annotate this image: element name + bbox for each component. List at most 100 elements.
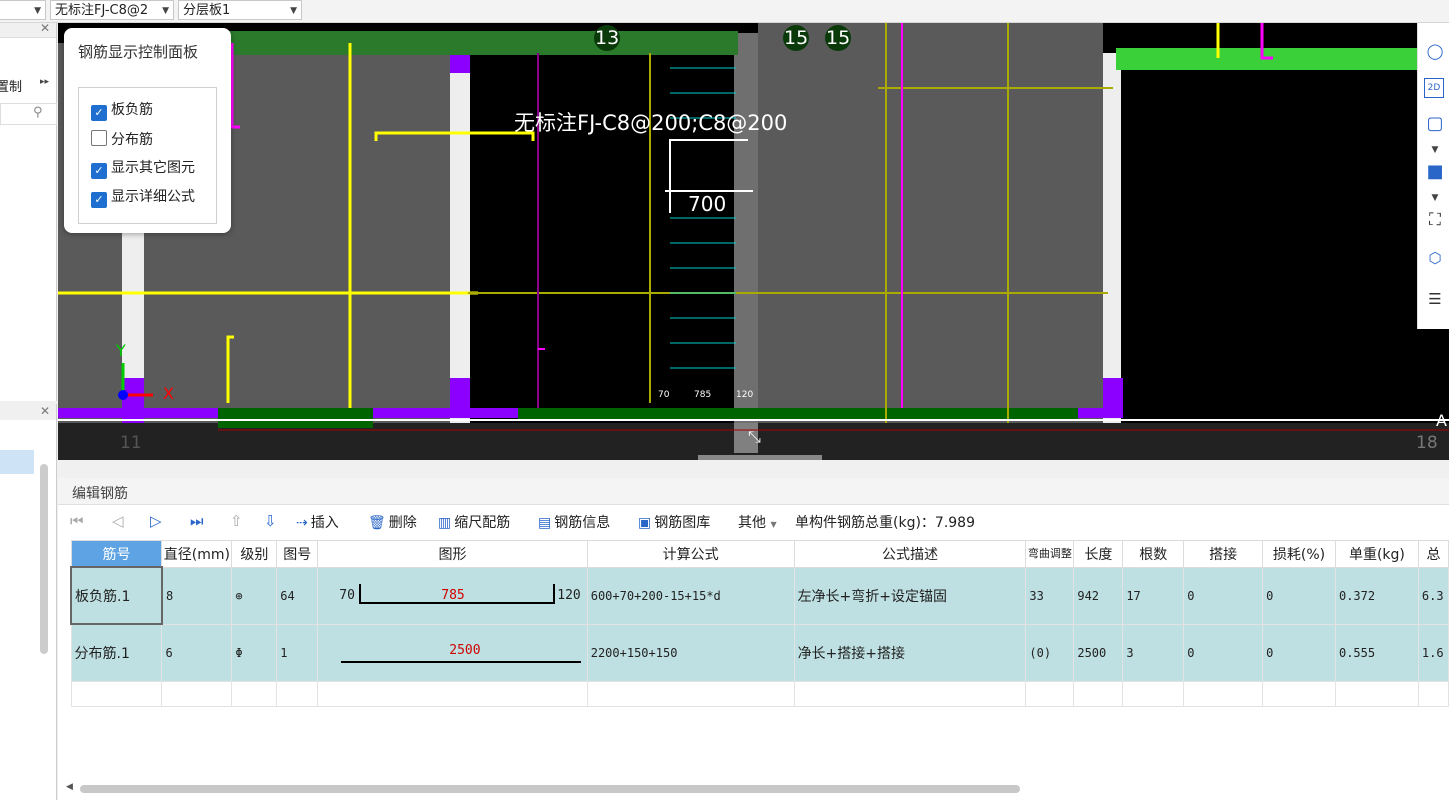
cell-empty[interactable] — [161, 680, 233, 707]
option-top-rebar[interactable]: ✓ 板负筋 — [91, 101, 153, 121]
scroll-thumb[interactable] — [80, 785, 1020, 793]
checkbox[interactable] — [91, 130, 107, 146]
rebar-annotation[interactable]: 无标注FJ-C8@200;C8@200 — [514, 107, 787, 137]
move-up-icon[interactable]: ⇧ — [230, 512, 243, 530]
col-header[interactable]: 图形 — [317, 540, 588, 568]
cell-empty[interactable] — [1417, 680, 1449, 707]
layer-combo[interactable]: 分层板1 ▼ — [178, 0, 302, 20]
cell-count[interactable]: 3 — [1122, 623, 1185, 682]
move-down-icon[interactable]: ⇩ — [264, 512, 277, 530]
col-header[interactable]: 长度 — [1073, 540, 1124, 568]
other-menu[interactable]: 其他 ▼ — [738, 512, 777, 532]
cell-empty[interactable] — [1183, 680, 1264, 707]
cell-bend[interactable]: (0) — [1025, 623, 1075, 682]
cell-empty[interactable] — [793, 680, 1027, 707]
table-row[interactable]: 1板负筋.1 8 ⊕ 64 70 785 120 600+70+200-15+1… — [70, 566, 1449, 625]
col-header[interactable]: 图号 — [276, 540, 319, 568]
option-distribution-rebar[interactable]: 分布筋 — [91, 130, 153, 148]
view-2d-icon[interactable]: 2D — [1424, 78, 1444, 98]
checkbox[interactable]: ✓ — [91, 192, 107, 208]
search-input[interactable]: ⚲ — [0, 103, 57, 125]
close-icon[interactable]: ✕ — [40, 21, 50, 35]
scrollbar[interactable] — [40, 464, 48, 654]
scale-rebar-button[interactable]: ▥ 缩尺配筋 — [438, 512, 510, 532]
col-header[interactable]: 公式描述 — [793, 540, 1027, 568]
cell-figure-no[interactable]: 64 — [276, 566, 319, 625]
col-header[interactable]: 损耗(%) — [1262, 540, 1336, 568]
option-show-other[interactable]: ✓ 显示其它图元 — [91, 159, 195, 179]
fit-view-icon[interactable]: ⛶ — [1424, 209, 1446, 231]
prev-icon[interactable]: ◁ — [112, 512, 124, 530]
cell-grade[interactable]: ⊕ — [231, 566, 278, 625]
expand-icon[interactable]: ▸▸ — [40, 77, 49, 87]
option-show-formula[interactable]: ✓ 显示详细公式 — [91, 188, 195, 208]
3d-box-icon[interactable]: ⬡ — [1424, 247, 1446, 269]
col-header[interactable]: 级别 — [231, 540, 278, 568]
cell-shape[interactable]: 70 785 120 — [317, 566, 588, 625]
cell-length[interactable]: 942 — [1073, 566, 1124, 625]
cell-empty[interactable] — [1073, 680, 1124, 707]
col-header[interactable]: 单重(kg) — [1334, 540, 1419, 568]
list-item-selected[interactable] — [0, 450, 34, 474]
cell-empty[interactable] — [231, 680, 278, 707]
cell-total[interactable]: 1.6 — [1417, 623, 1449, 682]
col-header[interactable]: 弯曲调整 — [1025, 540, 1075, 568]
drawing-canvas[interactable]: 13 15 15 11 18 无标注FJ-C8@200;C8@200 700 7… — [58, 23, 1449, 460]
cell-empty[interactable] — [1122, 680, 1185, 707]
cell-diameter[interactable]: 6 — [161, 623, 233, 682]
cell-empty[interactable] — [276, 680, 319, 707]
collapse-icon[interactable]: ⤡ — [748, 427, 761, 447]
col-header[interactable]: 直径(mm) — [161, 540, 233, 568]
splitter-handle[interactable] — [698, 455, 822, 460]
scroll-left-icon[interactable]: ◀ — [66, 782, 73, 792]
cell-unit-weight[interactable]: 0.372 — [1334, 566, 1419, 625]
col-header[interactable]: 计算公式 — [586, 540, 795, 568]
table-row[interactable]: 3 — [70, 680, 1449, 707]
cell-description[interactable]: 左净长+弯折+设定锚固 — [793, 566, 1027, 625]
delete-button[interactable]: 🗑 删除 — [368, 512, 417, 532]
checkbox[interactable]: ✓ — [91, 105, 107, 121]
cell-count[interactable]: 17 — [1122, 566, 1185, 625]
cell-bend[interactable]: 33 — [1025, 566, 1075, 625]
col-header[interactable]: 搭接 — [1183, 540, 1264, 568]
first-icon[interactable]: ⏮ — [70, 512, 84, 530]
col-header[interactable]: 根数 — [1122, 540, 1185, 568]
cell-formula[interactable]: 600+70+200-15+15*d — [586, 566, 795, 625]
cell-empty[interactable] — [317, 680, 588, 707]
rebar-combo[interactable]: 无标注FJ-C8@2 ▼ — [50, 0, 174, 20]
cell-empty[interactable] — [1334, 680, 1419, 707]
orbit-icon[interactable]: ◯ — [1424, 40, 1446, 62]
cell-empty[interactable] — [586, 680, 795, 707]
cell-diameter[interactable]: 8 — [161, 566, 233, 625]
cell-loss[interactable]: 0 — [1262, 623, 1336, 682]
rebar-info-button[interactable]: ▤ 钢筋信息 — [538, 512, 610, 532]
rebar-library-button[interactable]: ▣ 钢筋图库 — [638, 512, 710, 532]
horizontal-scrollbar[interactable]: ◀ — [66, 782, 1445, 796]
cell-description[interactable]: 净长+搭接+搭接 — [793, 623, 1027, 682]
cell-name[interactable]: 1板负筋.1 — [70, 566, 163, 625]
table-row[interactable]: 2分布筋.1 6 Φ 1 2500 2200+150+150 净长+搭接+搭接 … — [70, 623, 1449, 682]
checkbox[interactable]: ✓ — [91, 163, 107, 179]
next-icon[interactable]: ▷ — [150, 512, 162, 530]
cell-name[interactable]: 3 — [70, 680, 163, 707]
cell-shape[interactable]: 2500 — [317, 623, 588, 682]
col-header[interactable]: 筋号 — [70, 540, 163, 568]
combo-blank[interactable]: ▼ — [0, 0, 46, 20]
cell-formula[interactable]: 2200+150+150 — [586, 623, 795, 682]
cell-figure-no[interactable]: 1 — [276, 623, 319, 682]
cell-lap[interactable]: 0 — [1183, 566, 1264, 625]
cube-solid-icon[interactable]: ■ — [1424, 161, 1446, 183]
chevron-down-icon[interactable]: ▼ — [1424, 187, 1446, 209]
cell-lap[interactable]: 0 — [1183, 623, 1264, 682]
chevron-down-icon[interactable]: ▼ — [1424, 139, 1446, 161]
insert-button[interactable]: ⇢ 插入 — [296, 512, 339, 532]
list-view-icon[interactable]: ☰ — [1424, 288, 1446, 310]
cell-total[interactable]: 6.3 — [1417, 566, 1449, 625]
cell-grade[interactable]: Φ — [231, 623, 278, 682]
close-icon[interactable]: ✕ — [40, 404, 50, 418]
cell-empty[interactable] — [1025, 680, 1075, 707]
cell-empty[interactable] — [1262, 680, 1336, 707]
col-header[interactable]: 总 — [1417, 540, 1449, 568]
cube-icon[interactable]: ▢ — [1424, 113, 1446, 135]
cell-name[interactable]: 2分布筋.1 — [70, 623, 163, 682]
